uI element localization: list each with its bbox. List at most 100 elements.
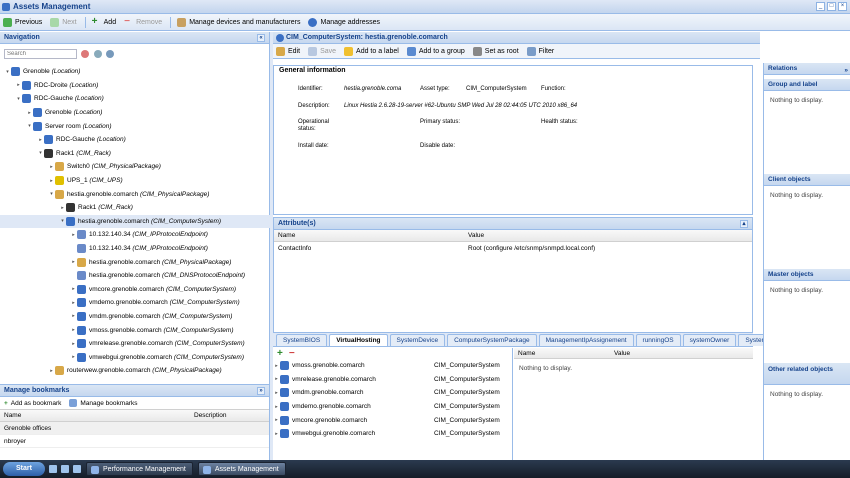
tree-node[interactable]: ▾ hestia.grenoble.comarch (CIM_PhysicalPa…: [0, 187, 270, 201]
add-to-label-button[interactable]: Add to a label: [344, 46, 399, 56]
tree-node[interactable]: ▸ 10.132.140.34 (CIM_IPProtocolEndpoint): [0, 228, 270, 242]
search-input[interactable]: [4, 49, 77, 59]
tree-node[interactable]: ▾ Rack1 (CIM_Rack): [0, 147, 270, 161]
start-button[interactable]: Start: [3, 462, 45, 476]
expand-toggle-icon[interactable]: ▸: [70, 341, 77, 347]
minus-icon[interactable]: −: [289, 348, 295, 359]
col-value-header[interactable]: Value: [610, 348, 630, 358]
manage-addresses-button[interactable]: Manage addresses: [308, 17, 380, 27]
bookmark-row[interactable]: Grenoble offices: [0, 422, 269, 435]
tree-node[interactable]: hestia.grenoble.comarch (CIM_DNSProtocol…: [0, 269, 270, 283]
expand-toggle-icon[interactable]: ▸: [48, 164, 55, 170]
minimize-button[interactable]: _: [816, 2, 825, 11]
expand-toggle-icon[interactable]: ▸: [70, 232, 77, 238]
collapse-icon[interactable]: «: [257, 34, 265, 42]
col-name-header[interactable]: Name: [0, 410, 190, 421]
add-as-bookmark-button[interactable]: Add as bookmark: [11, 400, 62, 407]
explorer-icon[interactable]: [61, 465, 69, 473]
expand-toggle-icon[interactable]: ▾: [48, 191, 55, 197]
list-item[interactable]: ▸ vmdemo.grenoble.comarch CIM_ComputerSyst…: [273, 400, 512, 414]
expand-toggle-icon[interactable]: ▸: [48, 368, 55, 374]
list-item[interactable]: ▸ vmcore.grenoble.comarch CIM_ComputerSyst…: [273, 413, 512, 427]
tree-node[interactable]: ▸ RDC-Gauche (Location): [0, 133, 270, 147]
tree-node[interactable]: ▸ vmwebgui.grenoble.comarch (CIM_Computer…: [0, 350, 270, 364]
expand-toggle-icon[interactable]: ▸: [70, 354, 77, 360]
next-button[interactable]: Next: [50, 17, 77, 27]
manage-bookmarks-button[interactable]: Manage bookmarks: [80, 400, 137, 407]
tree-node[interactable]: ▸ Grenoble (Location): [0, 106, 270, 120]
tree-node[interactable]: ▸ RDC-Droite (Location): [0, 79, 270, 93]
desktop-icon[interactable]: [49, 465, 57, 473]
plus-icon[interactable]: +: [277, 348, 283, 359]
expand-toggle-icon[interactable]: ▸: [48, 178, 55, 184]
tree-node[interactable]: ▸ routerwew.grenoble.comarch (CIM_Physica…: [0, 364, 270, 378]
tree-node[interactable]: 10.132.140.34 (CIM_IPProtocolEndpoint): [0, 242, 270, 256]
relation-section-header[interactable]: Other related objects: [764, 363, 850, 385]
tree-node[interactable]: ▸ vmrelease.grenoble.comarch (CIM_Compute…: [0, 337, 270, 351]
tree-node[interactable]: ▾ RDC-Gauche (Location): [0, 92, 270, 106]
refresh-icon[interactable]: [106, 50, 114, 58]
expand-toggle-icon[interactable]: ▾: [26, 123, 33, 129]
tab-virtualhosting[interactable]: VirtualHosting: [329, 334, 388, 346]
expand-toggle-icon[interactable]: ▸: [59, 205, 66, 211]
expand-toggle-icon[interactable]: ▸: [15, 82, 22, 88]
expand-toggle-icon[interactable]: ▾: [59, 218, 66, 224]
tree-node[interactable]: ▾ hestia.grenoble.comarch (CIM_ComputerSy…: [0, 214, 270, 229]
relation-section-header[interactable]: Client objects: [764, 174, 850, 186]
collapse-icon[interactable]: »: [844, 65, 848, 77]
relation-section-header[interactable]: Group and label: [764, 79, 850, 91]
search-icon[interactable]: [81, 50, 89, 58]
col-name-header[interactable]: Name: [274, 230, 464, 241]
task-performance-management[interactable]: Performance Management: [86, 462, 193, 476]
terminal-icon[interactable]: [73, 465, 81, 473]
bookmark-row[interactable]: nbroyer: [0, 435, 269, 448]
collapse-icon[interactable]: ▴: [740, 220, 748, 228]
tree-node[interactable]: ▸ hestia.grenoble.comarch (CIM_PhysicalPa…: [0, 255, 270, 269]
expand-toggle-icon[interactable]: ▸: [273, 431, 280, 437]
manage-devices-button[interactable]: Manage devices and manufacturers: [177, 17, 300, 27]
expand-toggle-icon[interactable]: ▸: [273, 376, 280, 382]
relation-section-header[interactable]: Master objects: [764, 269, 850, 281]
tab-systemowner[interactable]: systemOwner: [682, 334, 737, 346]
maximize-button[interactable]: □: [827, 2, 836, 11]
expand-toggle-icon[interactable]: ▸: [70, 259, 77, 265]
expand-toggle-icon[interactable]: ▸: [273, 390, 280, 396]
tree-node[interactable]: ▸ vmdemo.grenoble.comarch (CIM_ComputerSy…: [0, 296, 270, 310]
expand-toggle-icon[interactable]: ▸: [26, 110, 33, 116]
expand-toggle-icon[interactable]: ▸: [273, 363, 280, 369]
remove-button[interactable]: − Remove: [124, 16, 162, 27]
col-name-header[interactable]: Name: [514, 348, 610, 358]
tree-node[interactable]: ▾ Server room (Location): [0, 119, 270, 133]
tab-runningos[interactable]: runningOS: [635, 334, 681, 346]
col-value-header[interactable]: Value: [464, 230, 484, 241]
expand-toggle-icon[interactable]: ▸: [70, 300, 77, 306]
previous-button[interactable]: Previous: [3, 17, 42, 27]
add-to-group-button[interactable]: Add to a group: [406, 46, 465, 56]
expand-toggle-icon[interactable]: ▾: [4, 69, 11, 75]
list-item[interactable]: ▸ vmwebgui.grenoble.comarch CIM_ComputerSy…: [273, 427, 512, 441]
expand-toggle-icon[interactable]: ▾: [37, 150, 44, 156]
tab-systemdevice[interactable]: SystemDevice: [389, 334, 446, 346]
expand-toggle-icon[interactable]: ▸: [70, 313, 77, 319]
table-row[interactable]: ContactInfo Root (configure /etc/snmp/sn…: [274, 242, 752, 255]
expand-toggle-icon[interactable]: ▸: [37, 137, 44, 143]
tree-node[interactable]: ▸ vmcore.grenoble.comarch (CIM_ComputerSy…: [0, 283, 270, 297]
edit-button[interactable]: Edit: [276, 46, 300, 56]
tree-node[interactable]: ▸ Rack1 (CIM_Rack): [0, 201, 270, 215]
tree-node[interactable]: ▸ vmoss.grenoble.comarch (CIM_ComputerSys…: [0, 323, 270, 337]
task-assets-management[interactable]: Assets Management: [197, 462, 286, 476]
close-button[interactable]: ×: [838, 2, 847, 11]
collapse-icon[interactable]: »: [257, 387, 265, 395]
tab-systembios[interactable]: SystemBIOS: [276, 334, 328, 346]
expand-toggle-icon[interactable]: ▸: [70, 286, 77, 292]
save-button[interactable]: Save: [308, 46, 336, 56]
set-as-root-button[interactable]: Set as root: [472, 46, 519, 56]
filter-icon[interactable]: [94, 50, 102, 58]
list-item[interactable]: ▸ vmdm.grenoble.comarch CIM_ComputerSystem: [273, 386, 512, 400]
tree-node[interactable]: ▸ Switch0 (CIM_PhysicalPackage): [0, 160, 270, 174]
tab-managementipassignement[interactable]: ManagementIpAssignement: [538, 334, 634, 346]
tree-node[interactable]: ▸ vmdm.grenoble.comarch (CIM_ComputerSyst…: [0, 310, 270, 324]
filter-button[interactable]: Filter: [526, 46, 554, 56]
list-item[interactable]: ▸ vmoss.grenoble.comarch CIM_ComputerSyste…: [273, 359, 512, 373]
list-item[interactable]: ▸ vmrelease.grenoble.comarch CIM_ComputerS…: [273, 373, 512, 387]
